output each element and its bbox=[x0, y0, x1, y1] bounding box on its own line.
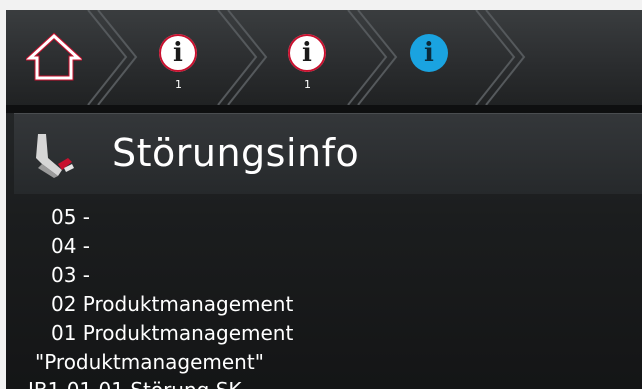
title-bar: Störungsinfo bbox=[14, 113, 642, 194]
breadcrumb-badge: 1 bbox=[175, 78, 182, 91]
breadcrumb-home[interactable] bbox=[6, 10, 96, 105]
info-icon-active: i bbox=[410, 34, 448, 72]
home-icon bbox=[26, 32, 82, 81]
list-item: 02 Produktmanagement bbox=[51, 292, 294, 316]
info-icon: i bbox=[159, 34, 197, 72]
list-item: 01 Produktmanagement bbox=[51, 321, 294, 345]
breadcrumb-info-2[interactable]: i 1 bbox=[266, 10, 356, 105]
breadcrumb-badge: 1 bbox=[304, 78, 311, 91]
breadcrumb: i 1 i 1 i bbox=[6, 10, 642, 105]
info-icon: i bbox=[288, 34, 326, 72]
list-item: 03 - bbox=[51, 263, 91, 287]
breadcrumb-info-active[interactable]: i bbox=[396, 10, 486, 105]
device-screen: i 1 i 1 i Störungsinfo 05 - 04 - 03 - 02… bbox=[6, 10, 642, 389]
list-item: 05 - bbox=[51, 205, 91, 229]
service-tool-icon bbox=[36, 134, 74, 178]
list-item: 04 - bbox=[51, 234, 91, 258]
separator bbox=[6, 105, 642, 113]
breadcrumb-info-1[interactable]: i 1 bbox=[136, 10, 226, 105]
list-item: IB1 01 01 Störung SK bbox=[28, 378, 242, 389]
page-title: Störungsinfo bbox=[112, 131, 360, 175]
list-item: "Produktmanagement" bbox=[35, 350, 264, 374]
